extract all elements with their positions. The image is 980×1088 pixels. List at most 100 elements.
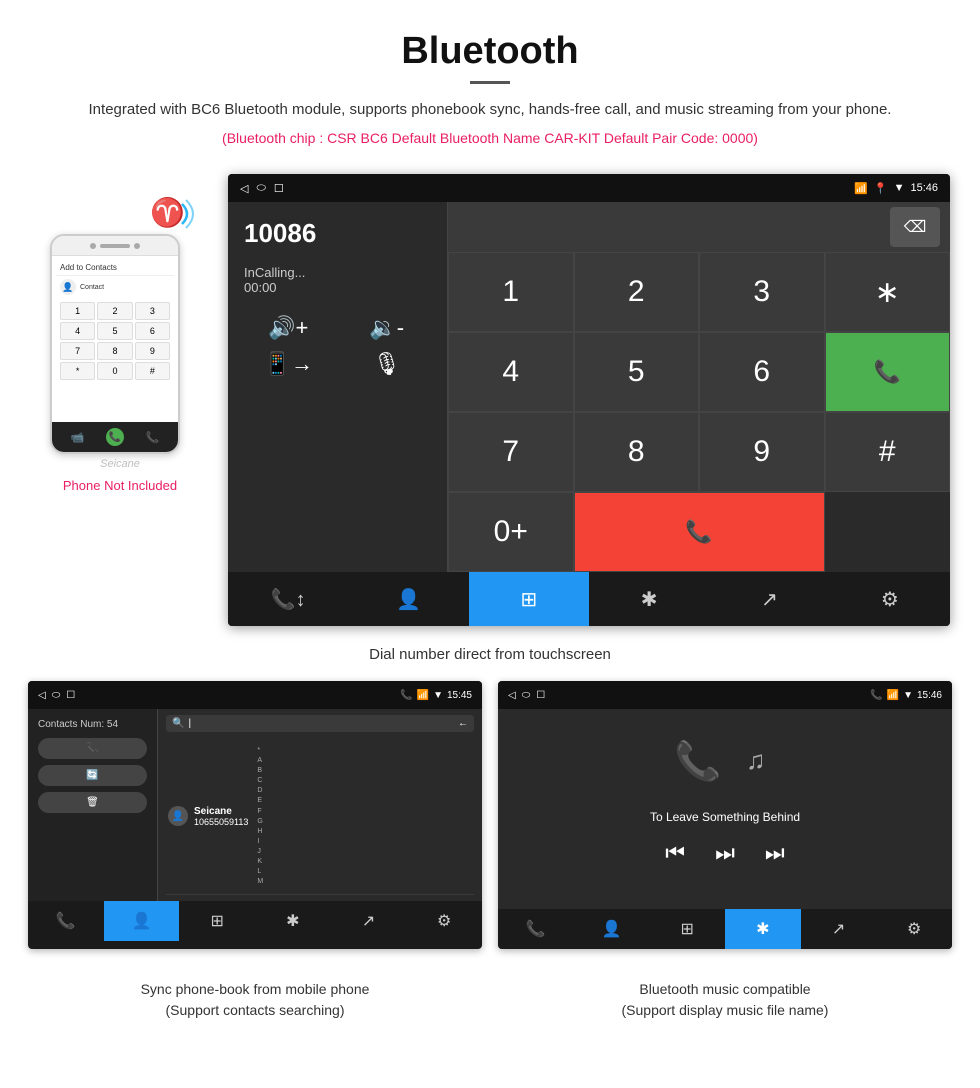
- svg-text:♫: ♫: [746, 745, 766, 775]
- nav-phone-icon[interactable]: 📞↕: [228, 572, 348, 626]
- nav-dialpad-icon[interactable]: ⊞: [469, 572, 589, 626]
- cnav-transfer-icon[interactable]: ↗: [331, 901, 407, 941]
- phone-contact-item: 👤 Contact: [56, 276, 174, 298]
- phone-key-8[interactable]: 8: [97, 342, 132, 360]
- phone-key-hash[interactable]: #: [135, 362, 170, 380]
- phone-key-1[interactable]: 1: [60, 302, 95, 320]
- music-controls: ⏮ ⏭ ⏭: [665, 840, 784, 866]
- cnav-dialpad-icon[interactable]: ⊞: [179, 901, 255, 941]
- phone-key-2[interactable]: 2: [97, 302, 132, 320]
- dial-key-8[interactable]: 8: [574, 412, 700, 492]
- backspace-button[interactable]: ⌫: [890, 207, 940, 247]
- contact-list-item[interactable]: 👤 Seicane 10655059113 * A B C D E F G: [166, 738, 474, 895]
- mnav-bluetooth-icon[interactable]: ✱: [725, 909, 801, 949]
- mnav-transfer-icon[interactable]: ↗: [801, 909, 877, 949]
- nav-contacts-icon[interactable]: 👤: [348, 572, 468, 626]
- mnav-dialpad-icon[interactable]: ⊞: [649, 909, 725, 949]
- status-time: 15:46: [910, 182, 938, 194]
- music-phone-icon: 📞: [870, 690, 882, 701]
- back-arrow-icon: ◁: [240, 182, 248, 195]
- cnav-settings-icon[interactable]: ⚙: [406, 901, 482, 941]
- music-square-icon: ☐: [536, 690, 545, 701]
- contacts-phone-icon: 📞: [400, 690, 412, 701]
- contacts-panel: ◁ ⬭ ☐ 📞 📶 ▼ 15:45 Contacts Num: 54 📞 🔄 🗑: [28, 681, 482, 949]
- page-title: Bluetooth: [40, 30, 940, 73]
- dial-key-2[interactable]: 2: [574, 252, 700, 332]
- contacts-wifi-icon: ▼: [433, 690, 443, 701]
- phone-number-display: 10086: [244, 218, 431, 249]
- phone-keypad: 1 2 3 4 5 6 7 8 9 * 0 #: [56, 298, 174, 384]
- phone-key-3[interactable]: 3: [135, 302, 170, 320]
- cnav-phone-icon[interactable]: 📞: [28, 901, 104, 941]
- mnav-phone-icon[interactable]: 📞: [498, 909, 574, 949]
- dial-key-0plus[interactable]: 0+: [448, 492, 574, 572]
- title-divider: [470, 81, 510, 84]
- music-back-icon: ◁: [508, 690, 516, 701]
- search-cursor: |: [188, 718, 191, 729]
- dial-key-9[interactable]: 9: [699, 412, 825, 492]
- main-screen-section: ♈ Add to Contacts 👤 Contact: [0, 174, 980, 626]
- mnav-contacts-icon[interactable]: 👤: [574, 909, 650, 949]
- phone-video-icon: 📹: [71, 431, 85, 444]
- phone-container: ♈ Add to Contacts 👤 Contact: [30, 174, 210, 493]
- car-unit-screen: ◁ ⬭ ☐ 📶 📍 ▼ 15:46 10086 InCalling... 00:…: [228, 174, 950, 626]
- dial-key-1[interactable]: 1: [448, 252, 574, 332]
- contacts-status-right: 📞 📶 ▼ 15:45: [400, 690, 472, 701]
- search-bar[interactable]: 🔍 | ←: [166, 715, 474, 732]
- transfer-call-icon[interactable]: 📱→: [244, 351, 333, 377]
- phone-key-7[interactable]: 7: [60, 342, 95, 360]
- phone-key-5[interactable]: 5: [97, 322, 132, 340]
- phone-body: Add to Contacts 👤 Contact 1 2 3 4 5 6 7 …: [50, 234, 180, 454]
- phone-app: 10086 InCalling... 00:00 🔊+ 🔉- 📱→ 🎙 ⌫ 1 …: [228, 202, 950, 572]
- previous-track-button[interactable]: ⏮: [665, 840, 685, 866]
- phone-key-star[interactable]: *: [60, 362, 95, 380]
- phone-left-panel: 10086 InCalling... 00:00 🔊+ 🔉- 📱→ 🎙: [228, 202, 448, 572]
- mnav-settings-icon[interactable]: ⚙: [876, 909, 952, 949]
- search-back-icon: ←: [458, 718, 468, 729]
- play-pause-button[interactable]: ⏭: [715, 840, 735, 866]
- dial-key-hash[interactable]: #: [825, 412, 951, 492]
- phone-bottom-bar: 📹 📞 📞: [52, 422, 178, 452]
- dial-key-4[interactable]: 4: [448, 332, 574, 412]
- hangup-button[interactable]: 📞: [574, 492, 825, 572]
- volume-down-icon[interactable]: 🔉-: [343, 315, 432, 341]
- phone-top-bar: [52, 236, 178, 256]
- signal-bars-icon: 📶: [854, 182, 868, 195]
- phone-key-9[interactable]: 9: [135, 342, 170, 360]
- phone-camera-dot: [90, 243, 96, 249]
- dial-key-star[interactable]: ∗: [825, 252, 951, 332]
- nav-bluetooth-icon[interactable]: ✱: [589, 572, 709, 626]
- phone-right-panel: ⌫ 1 2 3 ∗ 4 5 6 📞 7 8 9 # 0+ 📞: [448, 202, 950, 572]
- contact-name: Seicane: [194, 806, 248, 817]
- nav-settings-icon[interactable]: ⚙: [830, 572, 950, 626]
- nav-transfer-icon[interactable]: ↗: [709, 572, 829, 626]
- location-icon: 📍: [874, 182, 888, 195]
- music-body: 📞 ♫ To Leave Something Behind ⏮ ⏭ ⏭: [498, 709, 952, 909]
- phone-screen-title: Add to Contacts: [56, 260, 174, 276]
- music-status-bar: ◁ ⬭ ☐ 📞 📶 ▼ 15:46: [498, 681, 952, 709]
- contacts-right-panel: 🔍 | ← 👤 Seicane 10655059113 * A B: [158, 709, 482, 901]
- music-bottom-nav: 📞 👤 ⊞ ✱ ↗ ⚙: [498, 909, 952, 949]
- next-track-button[interactable]: ⏭: [765, 840, 785, 866]
- microphone-icon[interactable]: 🎙: [343, 351, 432, 377]
- contacts-bottom-nav: 📞 👤 ⊞ ✱ ↗ ⚙: [28, 901, 482, 941]
- cnav-bluetooth-icon[interactable]: ✱: [255, 901, 331, 941]
- dial-key-5[interactable]: 5: [574, 332, 700, 412]
- dial-key-3[interactable]: 3: [699, 252, 825, 332]
- call-action-button[interactable]: 📞: [38, 738, 147, 759]
- contacts-square-icon: ☐: [66, 690, 75, 701]
- volume-up-icon[interactable]: 🔊+: [244, 315, 333, 341]
- call-button[interactable]: 📞: [825, 332, 951, 412]
- contact-details: Seicane 10655059113: [194, 806, 248, 827]
- phone-key-0[interactable]: 0: [97, 362, 132, 380]
- delete-action-button[interactable]: 🗑: [38, 792, 147, 813]
- cnav-contacts-icon[interactable]: 👤: [104, 901, 180, 941]
- bottom-captions: Sync phone-book from mobile phone (Suppo…: [0, 969, 980, 1041]
- dial-key-7[interactable]: 7: [448, 412, 574, 492]
- phone-call-button[interactable]: 📞: [106, 428, 124, 446]
- refresh-action-button[interactable]: 🔄: [38, 765, 147, 786]
- phone-key-6[interactable]: 6: [135, 322, 170, 340]
- call-timer: 00:00: [244, 280, 431, 295]
- dial-key-6[interactable]: 6: [699, 332, 825, 412]
- phone-key-4[interactable]: 4: [60, 322, 95, 340]
